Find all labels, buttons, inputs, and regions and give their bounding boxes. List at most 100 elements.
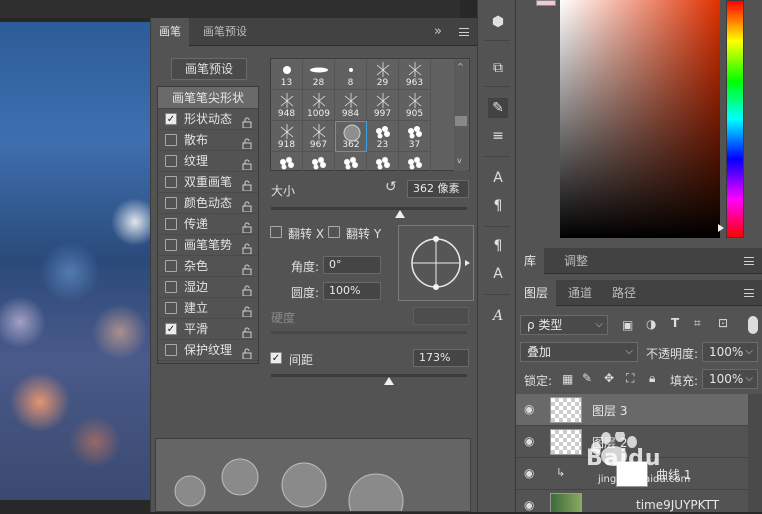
brush-tip-cell[interactable]: 8 bbox=[335, 59, 367, 90]
layer-filter-select[interactable]: ρ 类型 ⌵ bbox=[520, 315, 608, 335]
reset-size-icon[interactable]: ↺ bbox=[385, 179, 397, 195]
brush-option-checkbox[interactable] bbox=[165, 239, 177, 251]
size-slider[interactable] bbox=[271, 207, 467, 210]
brush-tip-cell[interactable]: 918 bbox=[271, 121, 303, 152]
brush-tip-cell[interactable] bbox=[399, 152, 431, 183]
size-input[interactable]: 362 像素 bbox=[407, 180, 469, 198]
visibility-eye-icon[interactable]: ◉ bbox=[524, 435, 538, 447]
tab-brush-presets[interactable]: 画笔预设 bbox=[195, 18, 255, 46]
lock-icon[interactable] bbox=[242, 261, 252, 276]
brush-option-checkbox[interactable] bbox=[165, 344, 177, 356]
layer-thumbnail[interactable] bbox=[550, 429, 582, 455]
filter-smart-object-icon[interactable]: ⊡ bbox=[718, 316, 728, 330]
sliders-icon[interactable]: ≡ bbox=[488, 126, 508, 146]
brush-option-checkbox[interactable] bbox=[165, 155, 177, 167]
filter-shape-icon[interactable]: ⌗ bbox=[694, 316, 701, 331]
brush-option-row[interactable]: ✓ 平滑 bbox=[158, 319, 258, 340]
brush-option-checkbox[interactable]: ✓ bbox=[165, 323, 177, 335]
brush-tip-cell[interactable]: 13 bbox=[271, 59, 303, 90]
brush-tip-cell[interactable]: 1009 bbox=[303, 90, 335, 121]
brush-option-checkbox[interactable] bbox=[165, 260, 177, 272]
glyphs-icon[interactable]: A bbox=[488, 306, 508, 326]
brush-option-row[interactable]: 建立 bbox=[158, 298, 258, 319]
tab-paths[interactable]: 路径 bbox=[604, 280, 644, 306]
hue-slider-thumb[interactable] bbox=[718, 224, 724, 232]
panel-menu-icon[interactable] bbox=[459, 28, 469, 36]
brush-option-checkbox[interactable]: ✓ bbox=[165, 113, 177, 125]
collapse-icon[interactable]: » bbox=[434, 24, 442, 39]
flip-y-checkbox[interactable] bbox=[328, 226, 340, 238]
lock-image-icon[interactable]: ✎ bbox=[582, 371, 592, 385]
spacing-checkbox[interactable]: ✓ bbox=[270, 352, 282, 364]
filter-adjustment-icon[interactable]: ◑ bbox=[646, 317, 656, 331]
brush-option-checkbox[interactable] bbox=[165, 281, 177, 293]
brush-tip-cell[interactable]: 37 bbox=[399, 121, 431, 152]
brush-tip-cell[interactable]: 29 bbox=[367, 59, 399, 90]
filter-toggle[interactable] bbox=[748, 316, 758, 334]
spacing-slider-thumb[interactable] bbox=[383, 377, 394, 385]
brush-option-row[interactable]: 湿边 bbox=[158, 277, 258, 298]
character-style-icon[interactable]: A bbox=[488, 264, 508, 284]
visibility-eye-icon[interactable]: ◉ bbox=[524, 499, 538, 511]
tab-layers[interactable]: 图层 bbox=[516, 280, 557, 306]
brush-tip-cell[interactable]: 967 bbox=[303, 121, 335, 152]
brush-option-row[interactable]: 传递 bbox=[158, 214, 258, 235]
brush-tip-cell[interactable] bbox=[303, 152, 335, 183]
visibility-eye-icon[interactable]: ◉ bbox=[524, 403, 538, 415]
brush-option-row[interactable]: 纹理 bbox=[158, 151, 258, 172]
document-canvas[interactable] bbox=[0, 0, 150, 512]
brush-option-checkbox[interactable] bbox=[165, 218, 177, 230]
lock-artboard-icon[interactable]: ⛶ bbox=[626, 371, 634, 386]
brush-presets-button[interactable]: 画笔预设 bbox=[171, 58, 247, 80]
scroll-down-icon[interactable]: v bbox=[457, 156, 462, 165]
color-field[interactable] bbox=[560, 0, 720, 238]
brush-option-row[interactable]: 散布 bbox=[158, 130, 258, 151]
hue-slider[interactable] bbox=[726, 0, 744, 238]
lock-icon[interactable] bbox=[242, 156, 252, 171]
blend-mode-select[interactable]: 叠加 ⌵ bbox=[520, 342, 638, 362]
brush-tip-cell[interactable]: 997 bbox=[367, 90, 399, 121]
size-slider-thumb[interactable] bbox=[395, 210, 406, 218]
layer-row[interactable]: ◉ 图层 3 bbox=[516, 394, 748, 426]
lock-all-icon[interactable]: 🔒︎ bbox=[649, 371, 655, 386]
scroll-up-icon[interactable]: ^ bbox=[457, 62, 464, 71]
paragraph-style-icon[interactable]: ¶ bbox=[488, 236, 508, 256]
lock-transparent-icon[interactable]: ▦ bbox=[562, 372, 573, 386]
filter-pixel-icon[interactable]: ▣ bbox=[622, 318, 633, 332]
tab-brush[interactable]: 画笔 bbox=[151, 18, 189, 46]
brush-option-checkbox[interactable] bbox=[165, 197, 177, 209]
layers-menu-icon[interactable] bbox=[744, 289, 754, 297]
lock-icon[interactable] bbox=[242, 303, 252, 318]
roundness-input[interactable]: 100% bbox=[323, 282, 381, 300]
brush-grid-scrollbar[interactable]: ^ v bbox=[454, 60, 468, 171]
brush-tip-cell[interactable]: 963 bbox=[399, 59, 431, 90]
lock-position-icon[interactable]: ✥ bbox=[604, 371, 614, 385]
foreground-swatch[interactable] bbox=[536, 0, 556, 6]
brush-tip-cell[interactable]: 905 bbox=[399, 90, 431, 121]
filter-type-icon[interactable]: T bbox=[671, 316, 679, 330]
scroll-thumb[interactable] bbox=[455, 116, 467, 126]
brush-tip-cell[interactable]: 984 bbox=[335, 90, 367, 121]
layers-scrollbar[interactable] bbox=[748, 394, 762, 512]
brush-option-checkbox[interactable] bbox=[165, 176, 177, 188]
3d-cube-icon[interactable]: ⬢ bbox=[488, 12, 508, 32]
fill-input[interactable]: 100% ⌵ bbox=[702, 369, 758, 389]
brush-tip-cell[interactable] bbox=[335, 152, 367, 183]
lock-icon[interactable] bbox=[242, 198, 252, 213]
tab-channels[interactable]: 通道 bbox=[560, 280, 600, 306]
lock-icon[interactable] bbox=[242, 240, 252, 255]
brush-tip-cell[interactable]: 362 bbox=[335, 121, 367, 152]
brush-tip-shape-item[interactable]: 画笔笔尖形状 bbox=[158, 87, 258, 109]
lock-icon[interactable] bbox=[242, 135, 252, 150]
lock-icon[interactable] bbox=[242, 114, 252, 129]
lock-icon[interactable] bbox=[242, 219, 252, 234]
brush-option-row[interactable]: 保护纹理 bbox=[158, 340, 258, 361]
brush-panel-icon[interactable]: ✎ bbox=[488, 98, 508, 118]
spacing-input[interactable]: 173% bbox=[413, 349, 469, 367]
tab-library[interactable]: 库 bbox=[516, 248, 545, 274]
brush-option-row[interactable]: 颜色动态 bbox=[158, 193, 258, 214]
brush-option-checkbox[interactable] bbox=[165, 302, 177, 314]
brush-option-row[interactable]: 画笔笔势 bbox=[158, 235, 258, 256]
paragraph-icon[interactable]: ¶ bbox=[488, 196, 508, 216]
transform-icon[interactable]: ⧉ bbox=[488, 58, 508, 78]
